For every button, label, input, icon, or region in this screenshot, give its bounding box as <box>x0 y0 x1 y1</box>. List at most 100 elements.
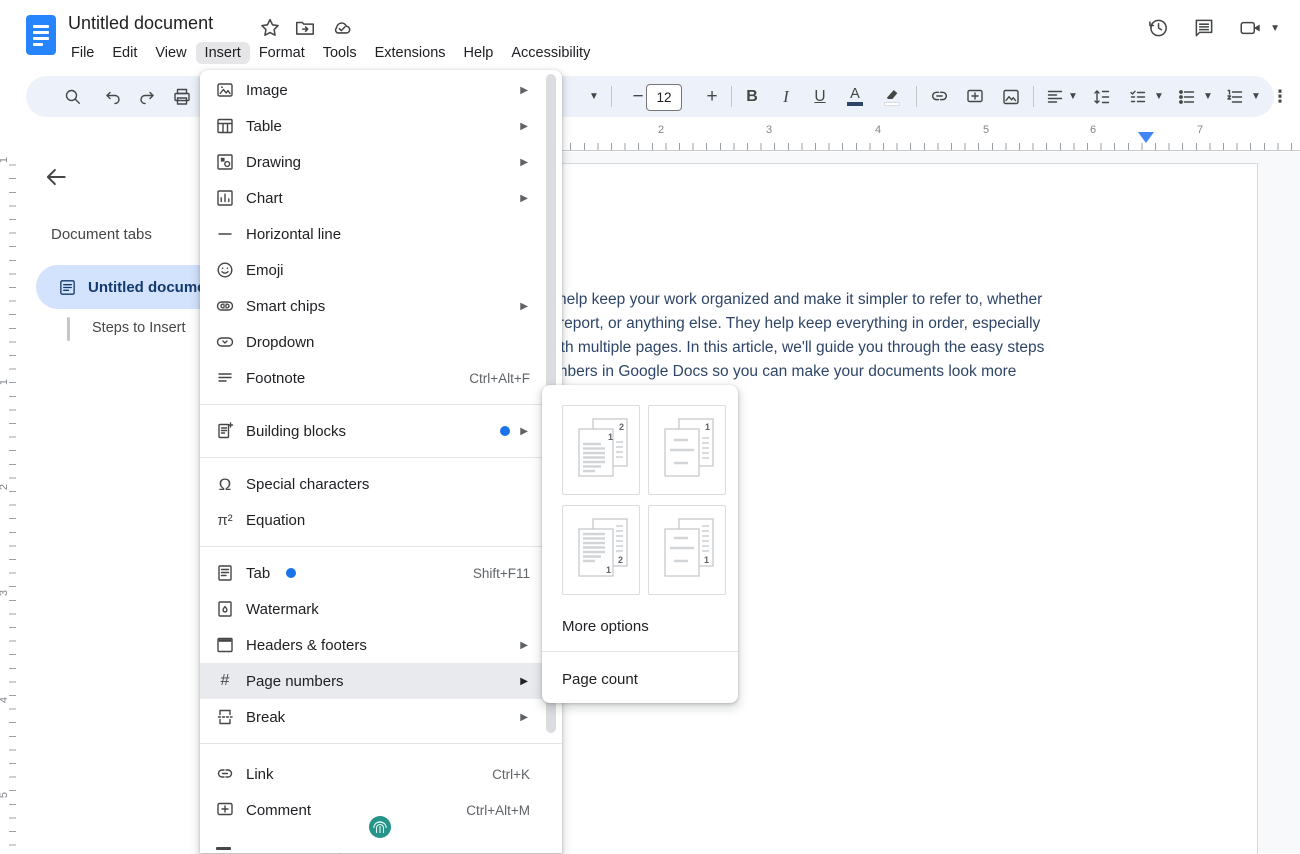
menu-item-dropdown[interactable]: Dropdown <box>200 324 562 360</box>
version-history-icon[interactable] <box>1146 16 1170 40</box>
print-button[interactable] <box>169 76 195 117</box>
numbered-list-button[interactable] <box>1221 76 1249 117</box>
fingerprint-watermark-icon <box>367 814 393 840</box>
increase-font-size-button[interactable]: + <box>700 76 724 117</box>
menu-item-headers-footers[interactable]: Headers & footers ▶ <box>200 627 562 663</box>
menu-item-horizontal-line[interactable]: Horizontal line <box>200 216 562 252</box>
svg-text:2: 2 <box>619 422 624 432</box>
comments-icon[interactable] <box>1192 16 1216 40</box>
menu-divider <box>200 404 562 405</box>
menu-item-chart[interactable]: Chart ▶ <box>200 180 562 216</box>
page-number-option-footer-skip-first[interactable]: 1 <box>648 505 726 595</box>
undo-button[interactable] <box>100 76 126 117</box>
menu-insert[interactable]: Insert <box>196 42 250 64</box>
menu-item-footnote[interactable]: Footnote Ctrl+Alt+F <box>200 360 562 396</box>
menu-item-building-blocks[interactable]: Building blocks ▶ <box>200 413 562 449</box>
italic-button[interactable]: I <box>774 76 798 117</box>
shortcut-label: Ctrl+K <box>492 767 546 782</box>
menu-item-special-characters[interactable]: Ω Special characters <box>200 466 562 502</box>
menu-item-watermark[interactable]: Watermark <box>200 591 562 627</box>
document-title[interactable]: Untitled document <box>68 13 213 34</box>
document-text-line: s help keep your work organized and make… <box>546 291 1042 309</box>
pi-squared-icon: π² <box>214 509 236 531</box>
headers-footers-icon <box>215 635 235 655</box>
chevron-down-icon: ▼ <box>1270 23 1280 34</box>
footnote-icon <box>215 368 235 388</box>
page-number-option-header-all-pages[interactable]: 1 2 <box>562 405 640 495</box>
insert-image-button[interactable] <box>998 76 1024 117</box>
svg-text:1: 1 <box>705 422 710 432</box>
back-arrow-button[interactable] <box>43 164 69 190</box>
align-button[interactable] <box>1041 76 1069 117</box>
highlight-color-button[interactable] <box>878 76 906 117</box>
comment-plus-icon <box>965 87 985 107</box>
smart-chips-icon <box>215 296 235 316</box>
outline-active-indicator <box>67 317 70 341</box>
svg-text:1: 1 <box>608 432 613 442</box>
menu-item-emoji[interactable]: Emoji <box>200 252 562 288</box>
comment-plus-icon <box>215 800 235 820</box>
meet-button[interactable]: ▼ <box>1238 16 1280 40</box>
bulleted-list-dropdown-caret[interactable]: ▼ <box>1202 76 1214 117</box>
menu-item-link[interactable]: Link Ctrl+K <box>200 756 562 792</box>
submenu-arrow-icon: ▶ <box>520 157 528 168</box>
menu-item-smart-chips[interactable]: Smart chips ▶ <box>200 288 562 324</box>
menu-item-equation[interactable]: π² Equation <box>200 502 562 538</box>
menu-item-tab[interactable]: Tab Shift+F11 <box>200 555 562 591</box>
menu-extensions[interactable]: Extensions <box>366 42 455 64</box>
menu-accessibility[interactable]: Accessibility <box>502 42 599 64</box>
ruler-number: 1 <box>0 157 10 163</box>
menu-item-break[interactable]: Break ▶ <box>200 699 562 735</box>
text-color-swatch <box>847 102 863 106</box>
menu-divider <box>200 546 562 547</box>
menu-file[interactable]: File <box>62 42 103 64</box>
numbered-list-dropdown-caret[interactable]: ▼ <box>1250 76 1262 117</box>
menu-help[interactable]: Help <box>455 42 503 64</box>
redo-button[interactable] <box>134 76 160 117</box>
menu-edit[interactable]: Edit <box>103 42 146 64</box>
partial-menu-item-icon <box>216 847 231 850</box>
menu-format[interactable]: Format <box>250 42 314 64</box>
star-icon[interactable] <box>259 17 281 39</box>
cloud-saved-icon[interactable] <box>331 17 353 39</box>
text-color-button[interactable]: A <box>842 76 868 117</box>
font-family-dropdown-caret[interactable]: ▼ <box>586 76 602 117</box>
line-spacing-button[interactable] <box>1088 76 1116 117</box>
menu-view[interactable]: View <box>146 42 195 64</box>
svg-text:1: 1 <box>606 565 611 575</box>
document-text-line: umbers in Google Docs so you can make yo… <box>546 363 1016 381</box>
font-size-input[interactable]: 12 <box>646 84 682 111</box>
ruler-number: 4 <box>0 697 10 703</box>
more-options-item[interactable]: More options <box>562 605 738 647</box>
menu-item-image[interactable]: Image ▶ <box>200 72 562 108</box>
ruler-number: 2 <box>0 484 10 490</box>
insert-link-button[interactable] <box>926 76 952 117</box>
svg-text:2: 2 <box>618 555 623 565</box>
google-docs-logo[interactable] <box>26 15 56 55</box>
menu-item-page-numbers[interactable]: # Page numbers ▶ <box>200 663 562 699</box>
right-indent-marker[interactable] <box>1138 132 1154 143</box>
more-toolbar-options-button[interactable]: ⋮ <box>1269 76 1291 117</box>
horizontal-line-icon <box>215 224 235 244</box>
add-comment-button[interactable] <box>962 76 988 117</box>
move-to-folder-icon[interactable] <box>294 17 316 39</box>
outline-heading-item[interactable]: Steps to Insert <box>92 320 186 336</box>
redo-icon <box>137 87 157 107</box>
vertical-ruler[interactable] <box>9 152 16 853</box>
search-menus-button[interactable] <box>60 76 86 117</box>
checklist-button[interactable] <box>1124 76 1152 117</box>
underline-button[interactable]: U <box>808 76 832 117</box>
page-number-option-header-skip-first[interactable]: 1 <box>648 405 726 495</box>
menu-item-table[interactable]: Table ▶ <box>200 108 562 144</box>
menu-tools[interactable]: Tools <box>314 42 366 64</box>
page-number-option-footer-all-pages[interactable]: 1 2 <box>562 505 640 595</box>
bold-button[interactable]: B <box>740 76 764 117</box>
bulleted-list-button[interactable] <box>1173 76 1201 117</box>
align-dropdown-caret[interactable]: ▼ <box>1067 76 1079 117</box>
hash-icon: # <box>214 670 236 692</box>
page-count-item[interactable]: Page count <box>562 656 738 702</box>
chart-icon <box>215 188 235 208</box>
menu-item-drawing[interactable]: Drawing ▶ <box>200 144 562 180</box>
checklist-dropdown-caret[interactable]: ▼ <box>1153 76 1165 117</box>
link-icon <box>215 764 235 784</box>
